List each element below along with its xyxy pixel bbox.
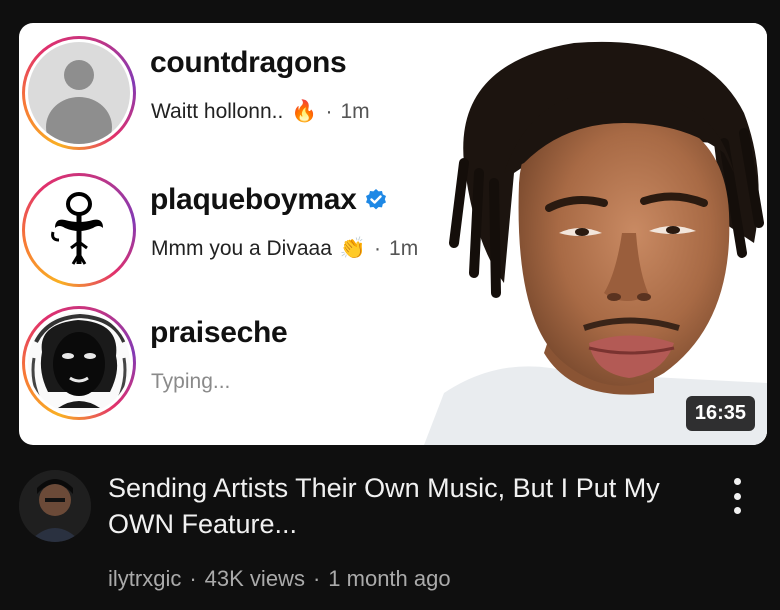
video-title[interactable]: Sending Artists Their Own Music, But I P… bbox=[108, 470, 708, 542]
separator: · bbox=[189, 566, 197, 591]
upload-age: 1 month ago bbox=[328, 566, 451, 591]
portrait-avatar bbox=[28, 312, 130, 414]
dm-message: Typing... bbox=[151, 370, 230, 394]
username-text: countdragons bbox=[150, 46, 347, 79]
message-text: Mmm you a Divaaa bbox=[151, 237, 332, 260]
duration-badge: 16:35 bbox=[685, 396, 755, 431]
fire-emoji-icon: 🔥 bbox=[291, 100, 318, 123]
video-meta: Sending Artists Their Own Music, But I P… bbox=[19, 468, 767, 608]
message-text: Waitt hollonn.. bbox=[151, 100, 284, 123]
verified-badge-icon bbox=[366, 189, 387, 210]
message-time: 1m bbox=[340, 100, 370, 123]
story-ring bbox=[22, 306, 136, 420]
username-text: plaqueboymax bbox=[150, 183, 357, 216]
separator: · bbox=[312, 566, 321, 591]
dm-row-plaqueboymax: plaqueboymax Mmm you a Divaaa 👏 · 1m bbox=[22, 173, 462, 291]
typing-indicator: Typing... bbox=[151, 370, 231, 393]
dm-username: praiseche bbox=[150, 316, 288, 350]
dm-row-praiseche: praiseche Typing... bbox=[22, 306, 462, 424]
story-ring bbox=[22, 36, 136, 150]
default-avatar-icon bbox=[28, 42, 130, 144]
story-ring bbox=[22, 173, 136, 287]
time-separator: · bbox=[374, 237, 382, 260]
video-subtitle: ilytrxgic · 43K views · 1 month ago bbox=[108, 566, 451, 592]
channel-avatar[interactable] bbox=[19, 470, 91, 542]
message-time: 1m bbox=[389, 237, 419, 260]
channel-name[interactable]: ilytrxgic bbox=[108, 566, 181, 592]
more-vert-icon[interactable] bbox=[725, 474, 749, 518]
person-photo bbox=[424, 23, 767, 445]
dm-username: plaqueboymax bbox=[150, 183, 388, 217]
dm-message: Waitt hollonn.. 🔥 · 1m bbox=[151, 100, 370, 124]
dm-row-countdragons: countdragons Waitt hollonn.. 🔥 · 1m bbox=[22, 36, 462, 154]
dm-message: Mmm you a Divaaa 👏 · 1m bbox=[151, 237, 418, 261]
clap-emoji-icon: 👏 bbox=[339, 237, 367, 260]
video-thumbnail[interactable]: countdragons Waitt hollonn.. 🔥 · 1m plaq… bbox=[19, 23, 767, 445]
dm-username: countdragons bbox=[150, 46, 347, 80]
love-symbol-icon bbox=[28, 179, 130, 281]
username-text: praiseche bbox=[150, 316, 288, 349]
view-count: 43K views bbox=[204, 566, 305, 591]
time-separator: · bbox=[325, 100, 333, 123]
